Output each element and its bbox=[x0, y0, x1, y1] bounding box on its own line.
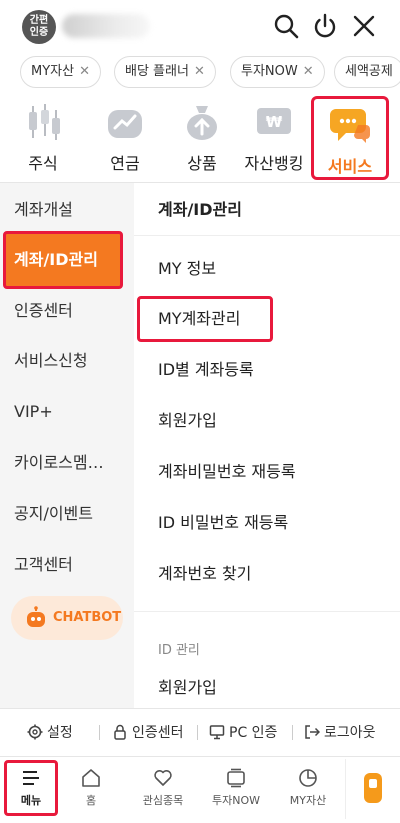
tab-invest-now[interactable]: 투자NOW bbox=[201, 763, 271, 808]
robot-icon bbox=[27, 606, 45, 627]
chip-invest-now[interactable]: 투자NOW ✕ bbox=[230, 56, 325, 88]
lock-icon bbox=[114, 724, 126, 740]
tv-icon bbox=[227, 768, 245, 788]
settings-button[interactable]: 설정 bbox=[27, 722, 73, 742]
home-icon bbox=[82, 769, 100, 787]
sidebar-item-account-opening[interactable]: 계좌개설 bbox=[0, 185, 134, 235]
chip-label: 투자NOW bbox=[241, 64, 298, 79]
category-label: 주식 bbox=[28, 154, 58, 173]
sidebar-item-account-id-management[interactable]: 계좌/ID관리 bbox=[3, 231, 123, 289]
section-label-id-management: ID 관리 bbox=[158, 643, 200, 658]
chip-close-icon[interactable]: ✕ bbox=[79, 64, 90, 79]
category-label: 연금 bbox=[110, 154, 140, 173]
chatbot-button[interactable]: CHATBOT bbox=[11, 596, 123, 640]
submenu-item-sign-up-2[interactable]: 회원가입 bbox=[158, 663, 217, 713]
quick-action-button[interactable] bbox=[345, 759, 400, 819]
chip-label: 세액공제 bbox=[345, 64, 393, 79]
chip-tax-credit[interactable]: 세액공제 bbox=[334, 56, 400, 88]
pc-certification-label: PC 인증 bbox=[229, 725, 278, 741]
certification-center-label: 인증센터 bbox=[132, 725, 184, 741]
auth-badge[interactable]: 간편 인증 bbox=[22, 10, 56, 44]
submenu-item-my-account-management[interactable]: MY계좌관리 bbox=[137, 296, 273, 342]
pie-chart-icon bbox=[299, 769, 317, 787]
category-nav: 주식 연금 상품 ₩ 자산뱅킹 서비스 bbox=[0, 96, 400, 180]
submenu-item-account-registration-by-id[interactable]: ID별 계좌등록 bbox=[158, 345, 254, 395]
sidebar-item-notice-event[interactable]: 공지/이벤트 bbox=[0, 489, 134, 539]
chip-dividend-planner[interactable]: 배당 플래너 ✕ bbox=[114, 56, 216, 88]
shortcut-chips: MY자산 ✕ 배당 플래너 ✕ 투자NOW ✕ 세액공제 bbox=[0, 56, 400, 90]
tab-my-assets[interactable]: MY자산 bbox=[273, 763, 343, 808]
sidebar-item-service-application[interactable]: 서비스신청 bbox=[0, 336, 134, 386]
submenu-item-id-password-reset[interactable]: ID 비밀번호 재등록 bbox=[158, 498, 288, 548]
top-header: 간편 인증 bbox=[0, 0, 400, 50]
chip-label: MY자산 bbox=[31, 64, 75, 79]
submenu-item-find-account-number[interactable]: 계좌번호 찾기 bbox=[158, 549, 251, 599]
submenu-item-account-password-reset[interactable]: 계좌비밀번호 재등록 bbox=[158, 447, 296, 497]
chip-label: 배당 플래너 bbox=[125, 64, 189, 79]
category-label: 자산뱅킹 bbox=[244, 154, 304, 173]
candlestick-icon bbox=[29, 104, 60, 140]
category-services[interactable]: 서비스 bbox=[311, 96, 389, 180]
piggy-bank-icon bbox=[108, 110, 142, 138]
sidebar-menu: 계좌개설 계좌/ID관리 인증센터 서비스신청 VIP+ 카이로스멤… 공지/이… bbox=[0, 183, 134, 708]
tab-menu[interactable]: 메뉴 bbox=[4, 760, 58, 816]
category-asset-banking[interactable]: ₩ 자산뱅킹 bbox=[242, 96, 306, 178]
svg-text:₩: ₩ bbox=[266, 113, 283, 131]
utility-bar: 설정 인증센터 PC 인증 로그아웃 bbox=[0, 708, 400, 756]
category-label: 상품 bbox=[187, 154, 217, 173]
tab-watchlist[interactable]: 관심종목 bbox=[128, 763, 198, 808]
chat-bubble-icon bbox=[330, 109, 370, 143]
menu-icon bbox=[23, 771, 39, 785]
chatbot-label: CHATBOT bbox=[53, 610, 122, 625]
auth-badge-line2: 인증 bbox=[29, 27, 49, 38]
category-pension[interactable]: 연금 bbox=[102, 96, 148, 178]
separator bbox=[99, 725, 100, 740]
power-icon[interactable] bbox=[311, 12, 339, 40]
category-stock[interactable]: 주식 bbox=[20, 96, 66, 178]
sidebar-item-customer-center[interactable]: 고객센터 bbox=[0, 540, 134, 590]
tab-label: 메뉴 bbox=[20, 794, 42, 807]
chip-my-assets[interactable]: MY자산 ✕ bbox=[20, 56, 101, 88]
auth-badge-line1: 간편 bbox=[29, 15, 49, 26]
divider bbox=[134, 611, 400, 612]
logout-label: 로그아웃 bbox=[324, 725, 376, 741]
tab-label: MY자산 bbox=[289, 794, 327, 807]
settings-label: 설정 bbox=[47, 725, 73, 741]
won-card-icon: ₩ bbox=[257, 108, 291, 134]
sidebar-item-certification-center[interactable]: 인증센터 bbox=[0, 286, 134, 336]
user-name-blurred bbox=[62, 14, 150, 38]
close-icon[interactable] bbox=[350, 12, 378, 40]
separator bbox=[292, 725, 293, 740]
certification-center-button[interactable]: 인증센터 bbox=[112, 722, 184, 742]
submenu-item-my-info[interactable]: MY 정보 bbox=[158, 244, 216, 294]
search-icon[interactable] bbox=[272, 12, 300, 40]
submenu-item-sign-up[interactable]: 회원가입 bbox=[158, 396, 217, 446]
submenu-heading: 계좌/ID관리 bbox=[158, 200, 242, 219]
chip-close-icon[interactable]: ✕ bbox=[194, 64, 205, 79]
tab-home[interactable]: 홈 bbox=[56, 763, 126, 808]
gear-icon bbox=[27, 724, 43, 740]
submenu-panel: 계좌/ID관리 MY 정보 MY계좌관리 ID별 계좌등록 회원가입 계좌비밀번… bbox=[134, 183, 400, 708]
chip-close-icon[interactable]: ✕ bbox=[303, 64, 314, 79]
divider bbox=[134, 235, 400, 236]
sidebar-item-vip[interactable]: VIP+ bbox=[0, 387, 134, 437]
heart-icon bbox=[154, 770, 172, 786]
bottom-tab-bar: 메뉴 홈 관심종목 투자NOW MY자산 bbox=[0, 756, 400, 823]
app-shortcut-icon bbox=[364, 773, 382, 803]
pc-certification-button[interactable]: PC 인증 bbox=[209, 722, 277, 742]
category-products[interactable]: 상품 bbox=[179, 96, 225, 178]
separator bbox=[197, 725, 198, 740]
logout-button[interactable]: 로그아웃 bbox=[304, 722, 376, 742]
category-label: 서비스 bbox=[327, 157, 373, 176]
tab-label: 투자NOW bbox=[211, 794, 260, 807]
monitor-icon bbox=[209, 725, 225, 740]
money-bag-icon bbox=[187, 106, 217, 140]
sidebar-item-kairos-membership[interactable]: 카이로스멤… bbox=[0, 438, 134, 488]
tab-label: 홈 bbox=[85, 794, 97, 807]
tab-label: 관심종목 bbox=[142, 794, 184, 807]
logout-icon bbox=[305, 725, 321, 739]
